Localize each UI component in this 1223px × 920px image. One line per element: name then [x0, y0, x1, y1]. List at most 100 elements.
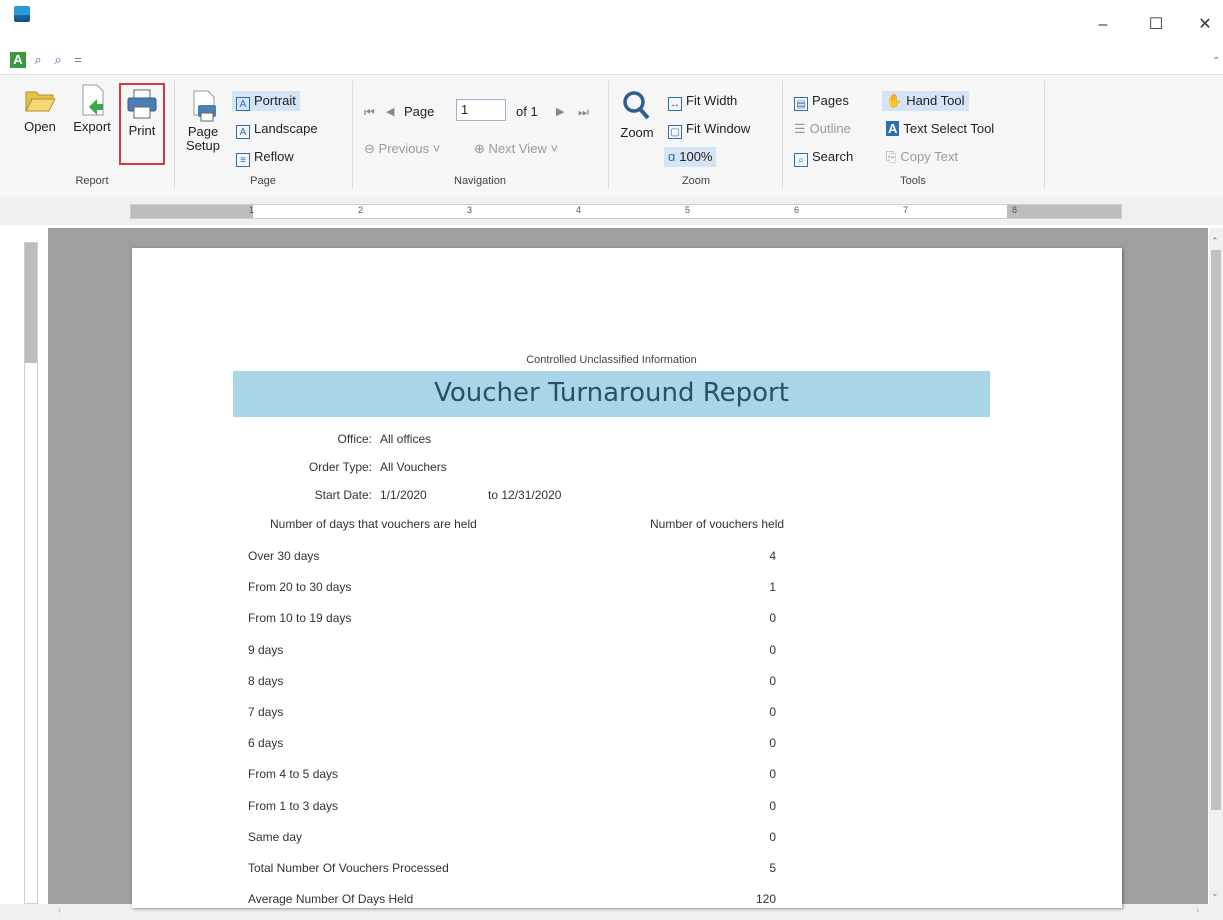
scroll-down-icon[interactable]: ⌄ [1211, 888, 1219, 899]
next-view-icon: ⊕ [474, 141, 485, 156]
qat-dropdown-icon[interactable]: = [70, 52, 86, 68]
fit-window-button[interactable]: ▢ Fit Window [664, 119, 754, 139]
row-label: From 4 to 5 days [248, 767, 339, 782]
group-separator [174, 81, 175, 189]
hand-icon: ✋ [886, 93, 903, 108]
minimize-button[interactable]: – [1088, 14, 1118, 36]
row-label: 6 days [248, 736, 284, 751]
copy-text-button[interactable]: ⎘ Copy Text [882, 147, 962, 167]
row-value: 4 [769, 549, 776, 563]
hand-tool-button[interactable]: ✋ Hand Tool [882, 91, 969, 111]
copy-text-label: Copy Text [900, 149, 958, 164]
ribbon-collapse-icon[interactable]: ⌃ [1212, 56, 1220, 67]
folder-open-icon [23, 83, 57, 117]
ruler-mark: 5 [685, 205, 691, 215]
search-button[interactable]: ⌕ Search [790, 147, 857, 167]
fit-window-icon: ▢ [668, 125, 682, 139]
group-separator [782, 81, 783, 189]
text-select-tool-button[interactable]: A Text Select Tool [882, 119, 998, 139]
report-group-label: Report [75, 175, 109, 187]
export-button[interactable]: Export [66, 79, 118, 165]
export-label: Export [73, 119, 111, 134]
next-page-icon[interactable]: ▶ [556, 105, 564, 118]
fit-width-button[interactable]: ↔ Fit Width [664, 91, 741, 111]
actual-size-icon: ɑ [668, 149, 676, 164]
landscape-button[interactable]: A Landscape [232, 119, 322, 139]
zoom-100-button[interactable]: ɑ 100% [664, 147, 717, 167]
print-button[interactable]: Print [119, 83, 165, 165]
row-label: From 20 to 30 days [248, 580, 352, 595]
end-date-value: to 12/31/2020 [488, 488, 562, 502]
vertical-scrollbar[interactable]: ⌃ ⌄ [1209, 228, 1223, 904]
group-separator [1044, 81, 1045, 189]
row-label: Total Number Of Vouchers Processed [248, 861, 449, 875]
scroll-thumb[interactable] [1211, 250, 1221, 810]
text-select-tool-icon: A [886, 121, 900, 136]
open-button[interactable]: Open [14, 79, 66, 165]
row-value: 0 [769, 673, 776, 688]
next-view-button[interactable]: ⊕ Next View ˅ [470, 139, 562, 159]
group-separator [352, 81, 353, 189]
row-label: From 1 to 3 days [248, 798, 339, 813]
open-label: Open [24, 119, 56, 134]
close-button[interactable]: ✕ [1190, 14, 1220, 36]
ruler-mark: 7 [903, 205, 909, 215]
row-label: Average Number Of Days Held [248, 892, 414, 907]
title-bar [0, 0, 1223, 50]
scroll-left-icon[interactable]: ‹ [58, 905, 61, 916]
landscape-label: Landscape [254, 121, 318, 136]
row-value: 0 [769, 767, 776, 782]
row-label: 7 days [248, 705, 284, 719]
ruler-mark: 1 [249, 205, 255, 215]
previous-page-icon[interactable]: ◀ [386, 105, 394, 118]
start-date-value: 1/1/2020 [380, 488, 427, 502]
landscape-icon: A [236, 125, 250, 139]
office-label: Office: [337, 432, 372, 446]
order-type-value: All Vouchers [380, 460, 447, 474]
reflow-label: Reflow [254, 149, 294, 164]
row-value: 5 [769, 861, 776, 875]
copy-icon: ⎘ [886, 149, 897, 164]
previous-view-button[interactable]: ⊖ Previous ˅ [360, 139, 444, 159]
page-number-input[interactable]: 1 [456, 99, 506, 121]
last-page-icon[interactable]: ⏭ [578, 105, 589, 120]
horizontal-ruler: 1 2 3 4 5 6 7 8 [130, 204, 1122, 219]
fit-window-label: Fit Window [686, 121, 751, 136]
start-date-label: Start Date: [314, 488, 372, 502]
ribbon: Open Export Print Report Page Setup A Por… [0, 74, 1223, 198]
ruler-mark: 6 [794, 205, 800, 215]
text-select-tool-label: Text Select Tool [903, 121, 995, 136]
fit-width-icon: ↔ [668, 97, 682, 111]
zoom-page-alt-icon[interactable]: ⌕ [50, 52, 66, 68]
text-select-icon[interactable]: A [10, 52, 26, 68]
zoom-label: Zoom [620, 125, 654, 140]
portrait-label: Portrait [254, 93, 296, 108]
row-value: 1 [769, 580, 776, 595]
scroll-right-icon[interactable]: › [1196, 905, 1199, 916]
scroll-up-icon[interactable]: ⌃ [1211, 236, 1219, 247]
outline-icon: ☰ [794, 121, 806, 136]
pages-button[interactable]: ▤ Pages [790, 91, 853, 111]
report-title: Voucher Turnaround Report [434, 378, 789, 408]
pages-icon: ▤ [794, 97, 808, 111]
zoom-page-icon[interactable]: ⌕ [30, 52, 46, 68]
outline-button[interactable]: ☰ Outline [790, 119, 855, 139]
maximize-button[interactable]: ☐ [1141, 14, 1171, 36]
page-label: Page [404, 104, 435, 119]
search-icon: ⌕ [794, 153, 808, 167]
reflow-button[interactable]: ≡ Reflow [232, 147, 298, 167]
page-setup-label-2: Setup [186, 138, 220, 153]
outline-label: Outline [809, 121, 851, 136]
page-setup-button[interactable]: Page Setup [178, 85, 228, 171]
row-value: 0 [769, 829, 776, 844]
app-icon [14, 6, 30, 22]
zoom-button[interactable]: Zoom [612, 85, 662, 171]
row-value: 0 [769, 798, 776, 813]
office-value: All offices [380, 432, 432, 446]
ruler-mark: 2 [358, 205, 364, 215]
group-separator [608, 81, 609, 189]
page-group-label: Page [250, 175, 276, 187]
first-page-icon[interactable]: ⏮ [364, 105, 375, 120]
portrait-button[interactable]: A Portrait [232, 91, 300, 111]
printer-icon [125, 87, 159, 121]
